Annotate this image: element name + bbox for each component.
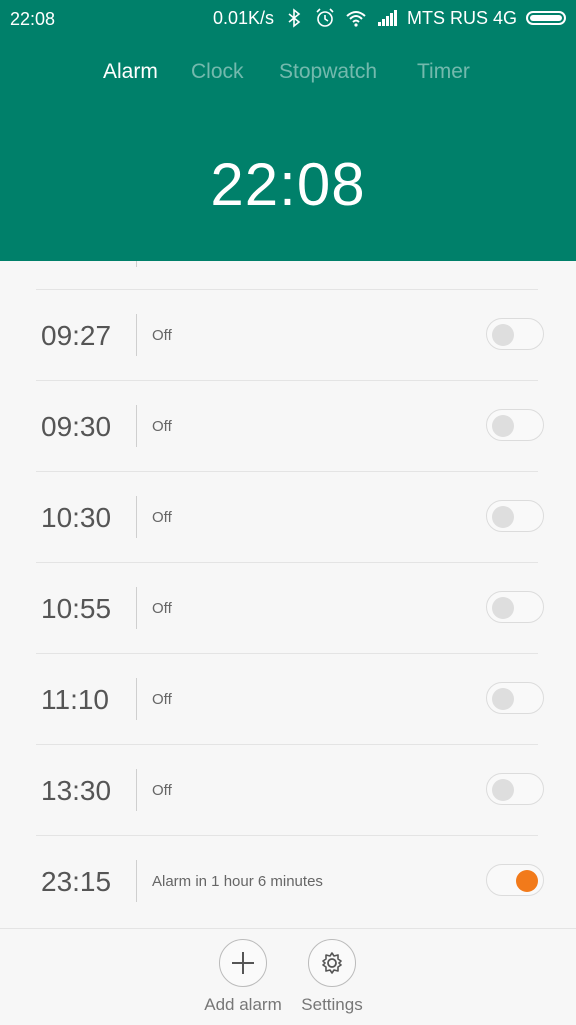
wifi-icon [346,11,366,27]
toggle-knob [492,324,514,346]
alarm-status: Alarm in 1 hour 6 minutes [152,873,323,890]
settings-circle [308,939,356,987]
alarm-status: Off [152,691,172,708]
battery-icon [526,11,566,25]
row-divider [136,678,137,720]
alarm-toggle[interactable] [486,773,544,805]
alarm-status: Off [152,509,172,526]
alarm-row[interactable]: 13:30 Off [36,744,544,836]
settings-label: Settings [301,995,363,1014]
row-divider [136,769,137,811]
alarm-toggle[interactable] [486,409,544,441]
network-speed: 0.01K/s [212,7,274,28]
alarm-status: Off [152,600,172,617]
tab-clock[interactable]: Clock [191,60,244,84]
partial-alarm-row [36,261,538,290]
alarm-toggle[interactable] [486,500,544,532]
alarm-time: 13:30 [41,775,112,806]
status-bar: 22:08 0.01K/s MTS RUS 4G [0,0,576,40]
gear-icon [322,952,342,974]
alarm-toggle[interactable] [486,318,544,350]
alarm-status: Off [152,327,172,344]
row-divider [136,860,137,902]
settings-button[interactable]: Settings [282,939,382,1015]
alarm-row[interactable]: 09:30 Off [36,380,544,472]
add-alarm-button[interactable]: Add alarm [193,939,293,1015]
carrier-label: MTS RUS 4G [406,7,517,28]
current-time: 22:08 [210,151,366,218]
alarm-time: 10:55 [41,593,112,624]
alarm-row[interactable]: 09:27 Off [36,289,544,381]
row-divider [136,405,137,447]
signal-icon [377,10,397,26]
add-circle [219,939,267,987]
bottom-bar: Add alarm Settings [0,928,576,1025]
alarm-row[interactable]: 11:10 Off [36,653,544,745]
tab-stopwatch[interactable]: Stopwatch [279,60,377,84]
alarm-status: Off [152,782,172,799]
row-divider [136,314,137,356]
alarm-time: 10:30 [41,502,112,533]
alarm-row[interactable]: 10:30 Off [36,471,544,563]
alarm-time: 09:27 [41,320,112,351]
alarm-row[interactable]: 23:15 Alarm in 1 hour 6 minutes [36,835,544,927]
row-divider [136,496,137,538]
status-time: 22:08 [10,9,56,29]
tab-bar: Alarm Clock Stopwatch Timer [0,60,576,90]
header: 22:08 0.01K/s MTS RUS 4G Alarm Clock Sto… [0,0,576,261]
row-divider [136,587,137,629]
toggle-knob [492,506,514,528]
plus-icon [232,952,254,974]
status-right: 0.01K/s MTS RUS 4G [213,7,566,29]
alarm-time: 11:10 [41,684,109,715]
alarm-status: Off [152,418,172,435]
alarm-toggle[interactable] [486,682,544,714]
toggle-knob [492,415,514,437]
alarm-toggle[interactable] [486,591,544,623]
add-alarm-label: Add alarm [204,995,282,1014]
alarm-row[interactable]: 10:55 Off [36,562,544,654]
toggle-knob [492,597,514,619]
row-divider [136,261,137,267]
alarm-time: 23:15 [41,866,112,897]
alarm-time: 09:30 [41,411,112,442]
alarm-icon [316,8,334,27]
toggle-knob [516,870,538,892]
toggle-knob [492,779,514,801]
bluetooth-icon [288,8,301,28]
toggle-knob [492,688,514,710]
alarm-toggle[interactable] [486,864,544,896]
tab-alarm[interactable]: Alarm [103,60,158,84]
tab-timer[interactable]: Timer [417,60,470,84]
